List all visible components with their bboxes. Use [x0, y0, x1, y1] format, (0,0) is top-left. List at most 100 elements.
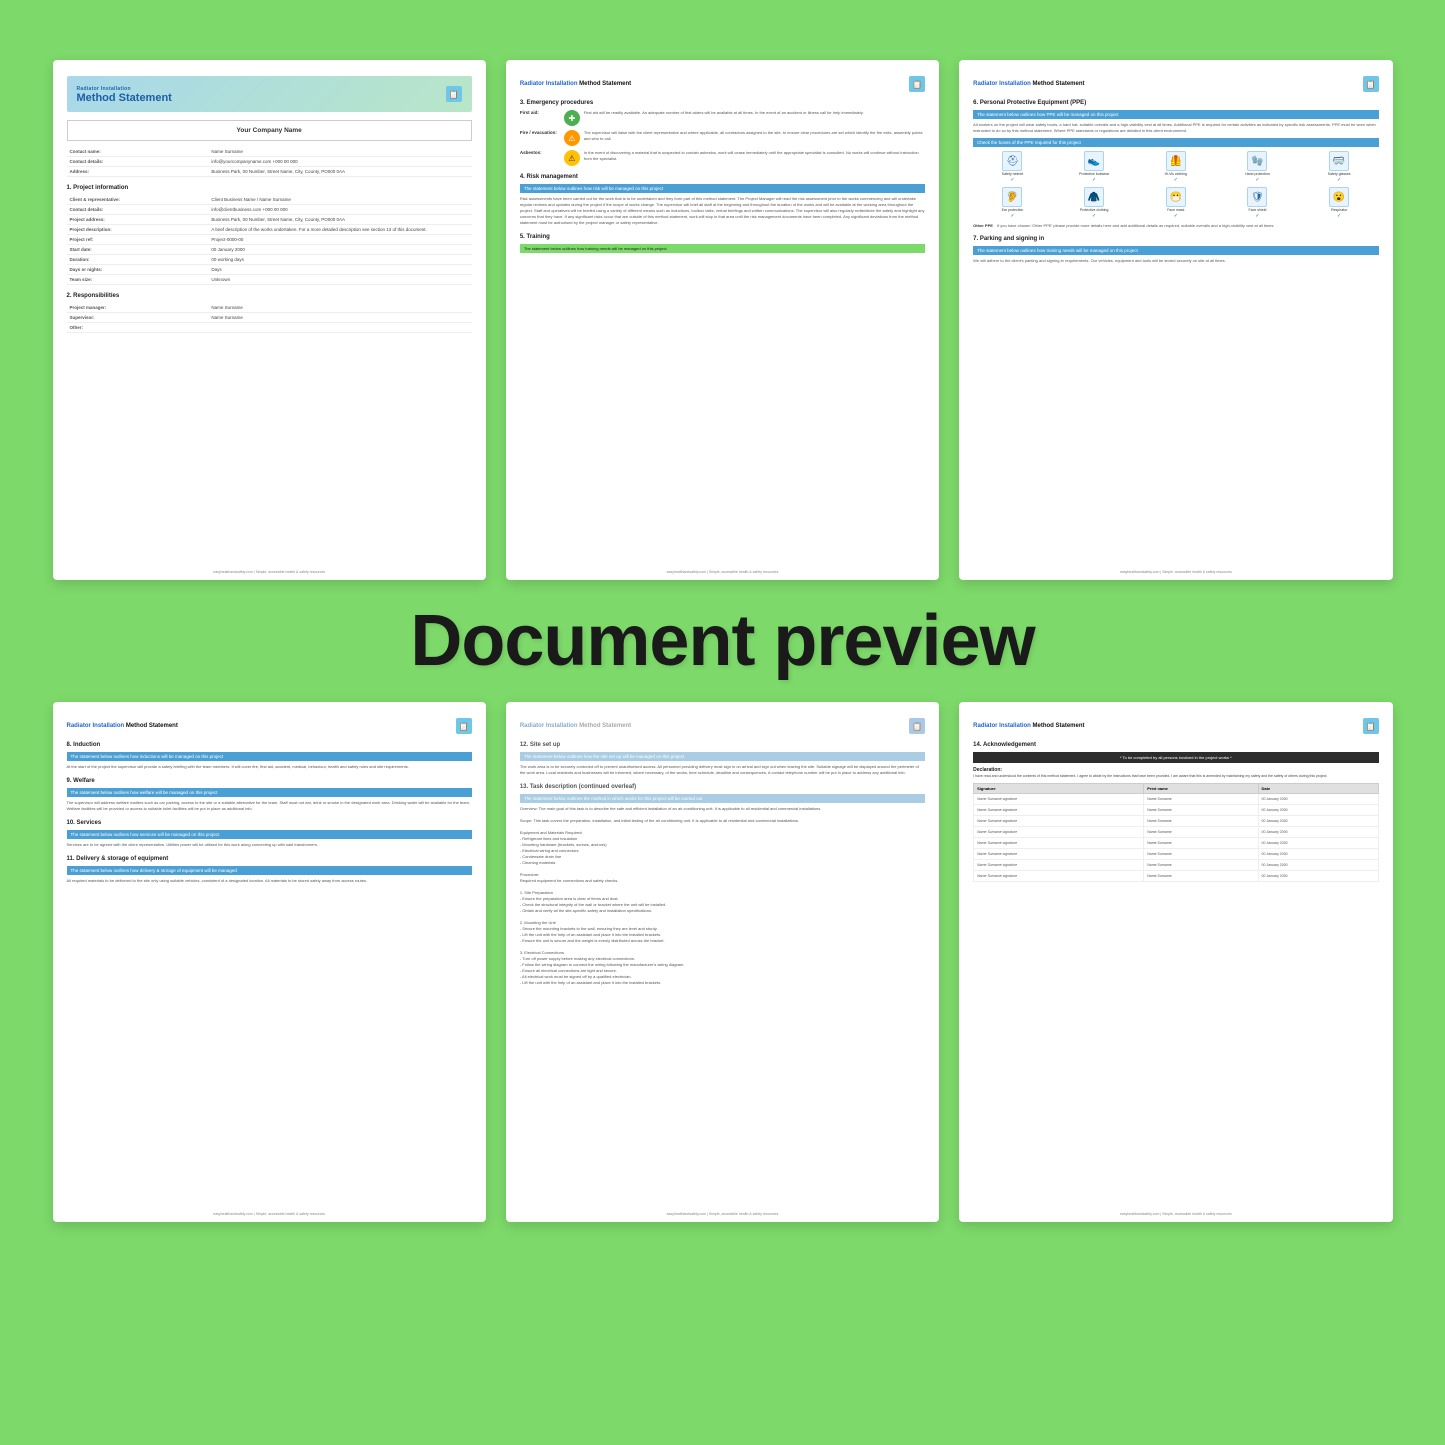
- table-row: Project ref:Project-0000-00: [67, 235, 472, 245]
- first-aid-text: First aid will be readily available. An …: [584, 110, 864, 116]
- welfare-text: The supervisor will address welfare matt…: [67, 800, 472, 812]
- clothing-label: Protective clothing: [1080, 208, 1109, 212]
- ear-check: ✓: [1010, 213, 1014, 219]
- sig-signature: Name Surname signature: [974, 848, 1144, 859]
- gloves-icon: 🧤: [1247, 151, 1267, 171]
- preview-label: Document preview: [410, 600, 1034, 682]
- fire-label: Fire / evacuation:: [520, 130, 560, 135]
- ppe-other-label: Other PPE: [973, 223, 993, 228]
- ppe-intro: All workers on the project will wear saf…: [973, 122, 1378, 134]
- sig-print-name: Name Surname: [1144, 815, 1258, 826]
- section4-title: 4. Risk management: [520, 174, 925, 180]
- first-aid-label: First aid:: [520, 110, 560, 115]
- emergency-section: First aid: ✚ First aid will be readily a…: [520, 110, 925, 166]
- section8-title: 8. Induction: [67, 742, 472, 748]
- sig-date: 00 January 2000: [1258, 837, 1378, 848]
- page-2: Radiator Installation Method Statement 📋…: [506, 60, 939, 580]
- shield-label: Face shield: [1249, 208, 1267, 212]
- sig-row: Name Surname signature Name Surname 00 J…: [974, 793, 1378, 804]
- glasses-check: ✓: [1337, 177, 1341, 183]
- table-row: Supervisor:Name Surname: [67, 313, 472, 323]
- delivery-blue-bar: The statement below outlines how deliver…: [67, 866, 472, 875]
- respirator-label: Respirator: [1331, 208, 1347, 212]
- company-name-box: Your Company Name: [67, 120, 472, 141]
- top-pages-grid: Radiator Installation Method Statement 📋…: [53, 60, 1393, 580]
- page5-title-radiator: Radiator Installation: [520, 723, 579, 729]
- responsibilities-table: Project manager:Name Surname Supervisor:…: [67, 303, 472, 333]
- table-row: Address: Business Park, 00 Number, Stree…: [67, 167, 472, 177]
- table-row: Duration:00 working days: [67, 255, 472, 265]
- ear-icon: 🦻: [1002, 187, 1022, 207]
- table-row: Days or nights:Days: [67, 265, 472, 275]
- sig-header-row: Signature Print name Date: [974, 783, 1378, 793]
- table-row: Other:: [67, 323, 472, 333]
- glasses-label: Safety glasses: [1328, 172, 1351, 176]
- delivery-text: All required materials to be delivered t…: [67, 878, 472, 884]
- asbestos-row: Asbestos: ⚠ In the event of discovering …: [520, 150, 925, 166]
- shield-check: ✓: [1255, 213, 1259, 219]
- section5-title: 5. Training: [520, 234, 925, 240]
- parking-text: We will adhere to the client's parking a…: [973, 258, 1378, 264]
- helmet-check: ✓: [1010, 177, 1014, 183]
- sig-date: 00 January 2000: [1258, 859, 1378, 870]
- page6-footer: easyhealthandsafety.com | Simple, access…: [959, 1212, 1392, 1216]
- glasses-icon: 🥽: [1329, 151, 1349, 171]
- footwear-check: ✓: [1092, 177, 1096, 183]
- page5-header: Radiator Installation Method Statement 📋: [520, 718, 925, 734]
- bottom-pages-grid: Radiator Installation Method Statement 📋…: [53, 702, 1393, 1222]
- sig-row: Name Surname signature Name Surname 00 J…: [974, 804, 1378, 815]
- training-green-bar: The statement below outlines how trainin…: [520, 244, 925, 253]
- sitesetup-text: The work area is to be securely cordoned…: [520, 764, 925, 776]
- sig-date: 00 January 2000: [1258, 804, 1378, 815]
- sig-header-name: Print name: [1144, 783, 1258, 793]
- plus-icon: ✚: [564, 110, 580, 126]
- page4-title-radiator: Radiator Installation: [67, 723, 126, 729]
- table-row: Project manager:Name Surname: [67, 303, 472, 313]
- footwear-label: Protective footwear: [1079, 172, 1109, 176]
- sig-signature: Name Surname signature: [974, 793, 1144, 804]
- page2-header: Radiator Installation Method Statement 📋: [520, 76, 925, 92]
- induction-text: At the start of the project the supervis…: [67, 764, 472, 770]
- signature-table: Signature Print name Date Name Surname s…: [973, 783, 1378, 882]
- gloves-label: Hand protection: [1245, 172, 1270, 176]
- page5-title-rest: Method Statement: [579, 723, 631, 729]
- project-info-table: Client & representative:Client Business …: [67, 195, 472, 285]
- contact-table: Contact name: Name Surname Contact detai…: [67, 147, 472, 177]
- page4-title-rest: Method Statement: [126, 723, 178, 729]
- page-4: Radiator Installation Method Statement 📋…: [53, 702, 486, 1222]
- helmet-icon: ⛑: [1002, 151, 1022, 171]
- sig-row: Name Surname signature Name Surname 00 J…: [974, 859, 1378, 870]
- sig-date: 00 January 2000: [1258, 826, 1378, 837]
- sig-row: Name Surname signature Name Surname 00 J…: [974, 826, 1378, 837]
- ppe-other-row: Other PPE If you have chosen 'Other PPE'…: [973, 223, 1378, 228]
- sig-date: 00 January 2000: [1258, 815, 1378, 826]
- asbestos-label: Asbestos:: [520, 150, 560, 155]
- page-5: Radiator Installation Method Statement 📋…: [506, 702, 939, 1222]
- risk-blue-bar: The statement below outlines how risk wi…: [520, 184, 925, 193]
- sig-print-name: Name Surname: [1144, 793, 1258, 804]
- ppe-gloves: 🧤 Hand protection ✓: [1218, 151, 1297, 183]
- clothing-check: ✓: [1092, 213, 1096, 219]
- section10-title: 10. Services: [67, 820, 472, 826]
- section13-title: 13. Task description (continued overleaf…: [520, 784, 925, 790]
- sig-date: 00 January 2000: [1258, 793, 1378, 804]
- table-row: Contact details:info@clientbusiness.com …: [67, 205, 472, 215]
- ppe-grid-row2: 🦻 Ear protection ✓ 🧥 Protective clothing…: [973, 187, 1378, 219]
- page1-header: Radiator Installation Method Statement 📋: [67, 76, 472, 112]
- table-row: Project description:A brief description …: [67, 225, 472, 235]
- sig-print-name: Name Surname: [1144, 859, 1258, 870]
- ppe-blue-bar: The statement below outlines how PPE wil…: [973, 110, 1378, 119]
- page2-footer: easyhealthandsafety.com | Simple, access…: [506, 570, 939, 574]
- respirator-icon: 😮: [1329, 187, 1349, 207]
- ppe-footwear: 👟 Protective footwear ✓: [1055, 151, 1134, 183]
- page4-header: Radiator Installation Method Statement 📋: [67, 718, 472, 734]
- page2-title-rest: Method Statement: [579, 81, 631, 87]
- sig-row: Name Surname signature Name Surname 00 J…: [974, 837, 1378, 848]
- ppe-helmet: ⛑ Safety helmet ✓: [973, 151, 1052, 183]
- mask-label: Face mask: [1167, 208, 1184, 212]
- table-row: Contact details: info@yourcompanyname.co…: [67, 157, 472, 167]
- section1-title: 1. Project information: [67, 185, 472, 191]
- section12-title: 12. Site set up: [520, 742, 925, 748]
- ppe-ear: 🦻 Ear protection ✓: [973, 187, 1052, 219]
- sig-print-name: Name Surname: [1144, 848, 1258, 859]
